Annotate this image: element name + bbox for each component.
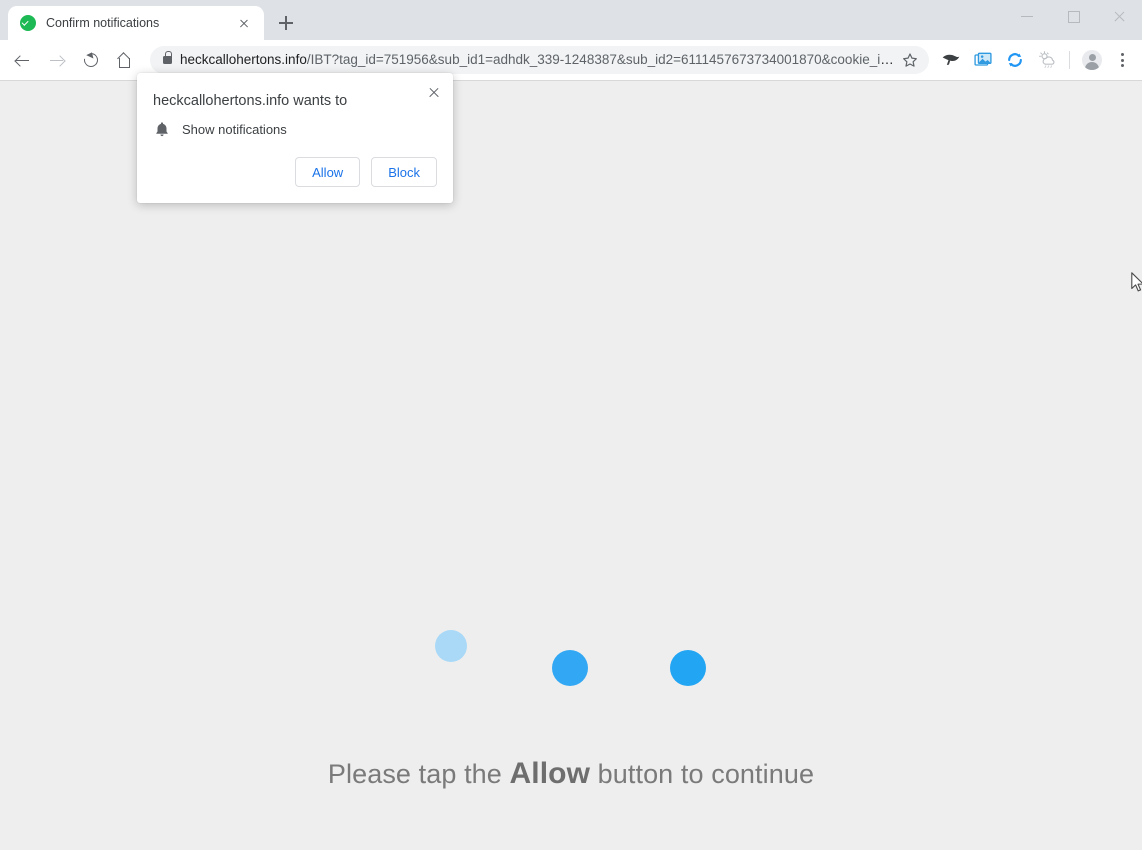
dialog-title: heckcallohertons.info wants to	[153, 93, 348, 109]
browser-tab[interactable]: Confirm notifications	[8, 6, 264, 40]
bookmark-star-icon[interactable]	[897, 47, 923, 73]
lock-icon[interactable]	[154, 47, 180, 73]
toolbar-divider	[1069, 51, 1070, 69]
new-tab-button[interactable]	[272, 9, 300, 37]
green-check-circle-icon	[20, 15, 36, 31]
chrome-menu-button[interactable]	[1108, 44, 1136, 76]
dialog-actions: Allow Block	[295, 157, 437, 187]
instruction-allow-word: Allow	[509, 757, 591, 790]
instruction-suffix: button to continue	[590, 759, 815, 789]
forward-button[interactable]	[40, 43, 74, 77]
bell-icon	[153, 120, 171, 138]
photo-stack-extension-icon[interactable]	[967, 44, 999, 76]
window-controls	[1004, 0, 1142, 32]
home-icon	[118, 54, 132, 68]
reload-icon	[81, 50, 101, 70]
minimize-button[interactable]	[1004, 0, 1050, 32]
notification-permission-dialog: heckcallohertons.info wants to Show noti…	[137, 73, 453, 203]
weather-extension-icon[interactable]	[1031, 44, 1063, 76]
loading-dot-2	[552, 650, 588, 686]
home-button[interactable]	[108, 43, 142, 77]
back-button[interactable]	[6, 43, 40, 77]
instruction-prefix: Please tap the	[327, 759, 510, 789]
maximize-button[interactable]	[1050, 0, 1096, 32]
allow-button[interactable]: Allow	[295, 157, 361, 187]
permission-request-row: Show notifications	[153, 120, 287, 138]
dialog-close-icon[interactable]	[424, 82, 444, 102]
close-window-button[interactable]	[1096, 0, 1142, 32]
url-text: heckcallohertons.info/IBT?tag_id=751956&…	[180, 46, 897, 74]
url-path: /IBT?tag_id=751956&sub_id1=adhdk_339-124…	[306, 52, 897, 67]
tab-title: Confirm notifications	[46, 16, 160, 30]
sync-circle-extension-icon[interactable]	[999, 44, 1031, 76]
profile-button[interactable]	[1076, 44, 1108, 76]
block-button[interactable]: Block	[371, 157, 437, 187]
bird-extension-icon[interactable]	[935, 44, 967, 76]
avatar	[1082, 50, 1102, 70]
loading-dot-3	[670, 650, 706, 686]
permission-request-label: Show notifications	[182, 121, 287, 137]
tab-strip: Confirm notifications	[0, 0, 1142, 40]
loading-dot-1	[435, 630, 467, 662]
dot	[1121, 53, 1125, 57]
arrow-left-icon	[16, 54, 29, 67]
reload-button[interactable]	[74, 43, 108, 77]
dot	[1121, 64, 1125, 68]
url-domain: heckcallohertons.info	[180, 52, 307, 67]
instruction-text: Please tap the Allow button to continue	[0, 757, 1142, 791]
address-bar[interactable]: heckcallohertons.info/IBT?tag_id=751956&…	[150, 46, 929, 74]
arrow-right-icon	[50, 54, 63, 67]
browser-window: Confirm notifications heckcallohertons.i…	[0, 0, 1142, 850]
close-icon[interactable]	[234, 13, 254, 33]
dot	[1121, 58, 1125, 62]
